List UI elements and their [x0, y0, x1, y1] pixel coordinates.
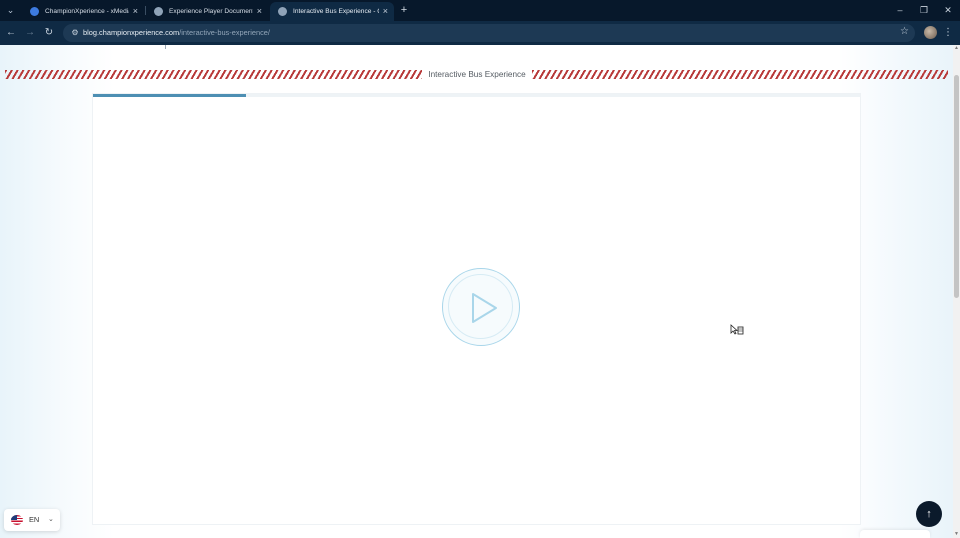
tab-close-icon[interactable]: ×	[383, 7, 388, 16]
back-to-top-button[interactable]: ↑	[916, 501, 942, 527]
tab-championxperience[interactable]: ChampionXperience - xMedia ×	[22, 2, 144, 21]
tab-close-icon[interactable]: ×	[257, 7, 262, 16]
mouse-cursor-icon	[730, 324, 744, 335]
page-scrollbar[interactable]: ▲ ▼	[953, 45, 960, 538]
tab-player-documentation[interactable]: Experience Player Documentation ×	[146, 2, 268, 21]
page-viewport: Interactive Bus Experience	[0, 45, 953, 538]
bookmark-star-icon[interactable]: ☆	[900, 26, 909, 37]
browser-toolbar: ← → ↻ ⚙ blog.championxperience.com/inter…	[0, 21, 960, 45]
scrollbar-thumb[interactable]	[954, 75, 959, 298]
page-banner: Interactive Bus Experience	[5, 69, 948, 81]
scroll-up-icon[interactable]: ▲	[953, 45, 960, 52]
tab-search-icon[interactable]: ⌄	[4, 4, 17, 17]
us-flag-icon	[11, 515, 23, 525]
minimize-icon[interactable]: –	[893, 3, 907, 17]
restore-icon[interactable]: ❐	[917, 3, 931, 17]
tab-favicon-icon	[278, 7, 287, 16]
page-title: Interactive Bus Experience	[428, 70, 526, 79]
tab-favicon-icon	[30, 7, 39, 16]
back-icon[interactable]: ←	[4, 26, 18, 40]
arrow-up-icon: ↑	[926, 508, 932, 520]
browser-menu-icon[interactable]: ⋮	[943, 25, 953, 40]
play-button[interactable]	[442, 268, 520, 346]
banner-stripes-right	[532, 70, 948, 79]
url-text[interactable]: blog.championxperience.com/interactive-b…	[83, 28, 270, 37]
language-selector[interactable]: EN ⌄	[4, 509, 60, 531]
bottom-widget-edge	[860, 530, 930, 538]
close-window-icon[interactable]: ✕	[941, 3, 955, 17]
page-divider-mark	[165, 45, 166, 49]
url-path: /interactive-bus-experience/	[179, 28, 270, 37]
language-code: EN	[29, 515, 40, 524]
url-domain: blog.championxperience.com	[83, 28, 180, 37]
reload-icon[interactable]: ↻	[42, 26, 56, 40]
tab-title: Experience Player Documentation	[169, 8, 253, 15]
scroll-down-icon[interactable]: ▼	[953, 531, 960, 538]
site-info-icon[interactable]: ⚙	[69, 27, 81, 39]
address-bar[interactable]: ⚙ blog.championxperience.com/interactive…	[63, 24, 915, 42]
experience-player[interactable]	[92, 93, 861, 525]
forward-icon[interactable]: →	[23, 26, 37, 40]
tab-close-icon[interactable]: ×	[133, 7, 138, 16]
tab-favicon-icon	[154, 7, 163, 16]
banner-stripes-left	[5, 70, 422, 79]
tab-title: Interactive Bus Experience - Cham	[293, 8, 379, 15]
profile-avatar[interactable]	[924, 26, 937, 39]
player-progress-fill	[93, 94, 247, 97]
new-tab-icon[interactable]: +	[398, 3, 410, 17]
chevron-down-icon: ⌄	[48, 516, 54, 523]
tab-title: ChampionXperience - xMedia	[45, 8, 129, 15]
player-progress-bar[interactable]	[93, 94, 860, 97]
play-icon	[472, 293, 497, 323]
tab-interactive-bus-experience[interactable]: Interactive Bus Experience - Cham ×	[270, 2, 394, 21]
browser-tabstrip: ⌄ ChampionXperience - xMedia × Experienc…	[0, 0, 960, 21]
